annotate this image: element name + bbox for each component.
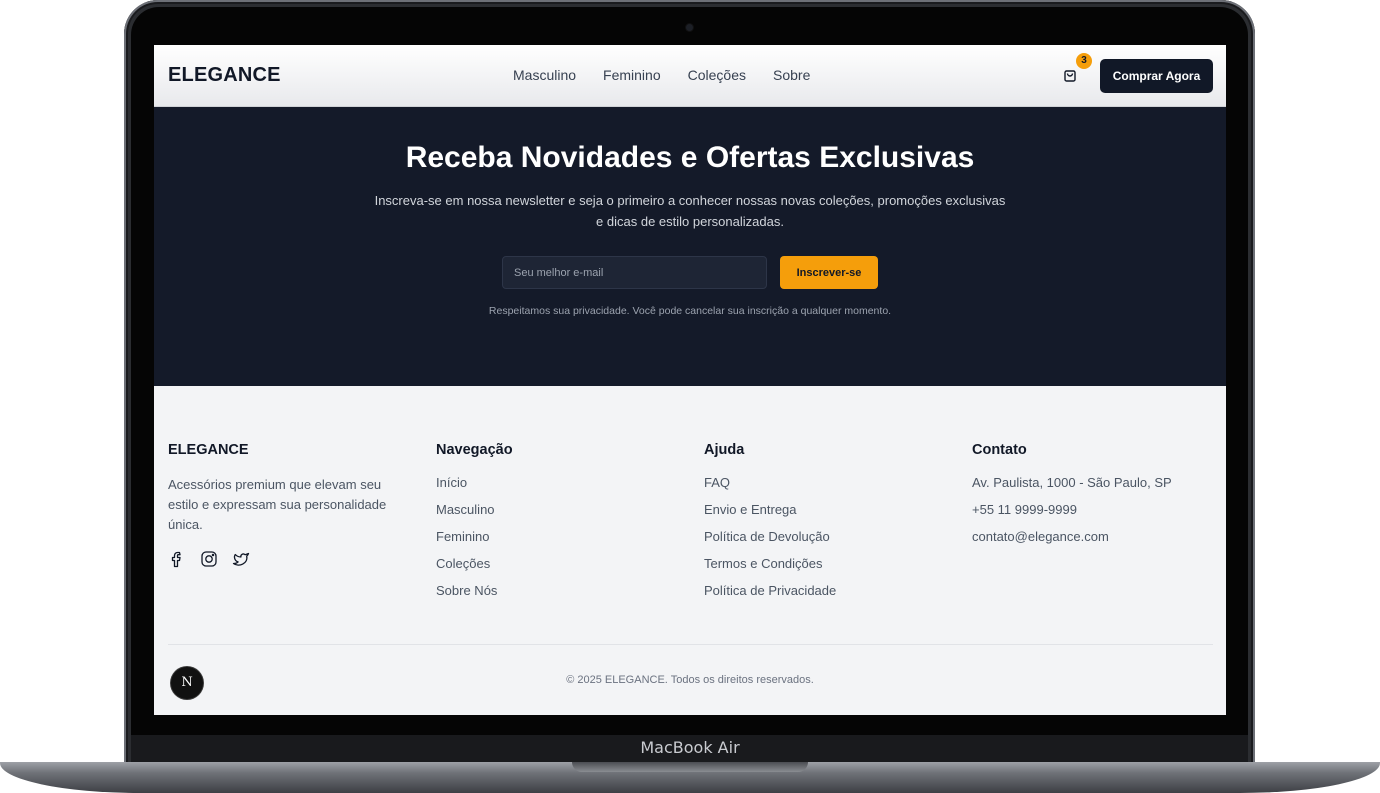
footer-link-inicio[interactable]: Início	[436, 475, 513, 502]
footer-link-devolucao[interactable]: Política de Devolução	[704, 529, 836, 556]
footer-contact-column: Contato Av. Paulista, 1000 - São Paulo, …	[972, 442, 1172, 556]
nav-link-sobre[interactable]: Sobre	[773, 67, 810, 83]
nav-link-masculino[interactable]: Masculino	[513, 67, 576, 83]
nav-link-feminino[interactable]: Feminino	[603, 67, 661, 83]
site-logo[interactable]: ELEGANCE	[168, 64, 281, 87]
footer-brand-column: ELEGANCE Acessórios premium que elevam s…	[168, 442, 413, 568]
laptop-base-notch	[572, 762, 808, 772]
footer-link-termos[interactable]: Termos e Condições	[704, 556, 836, 583]
footer-brand-description: Acessórios premium que elevam seu estilo…	[168, 477, 387, 532]
footer-navigation-title: Navegação	[436, 442, 513, 458]
main-nav: Masculino Feminino Coleções Sobre	[513, 67, 837, 83]
twitter-icon[interactable]	[232, 550, 250, 568]
contact-email[interactable]: contato@elegance.com	[972, 529, 1172, 556]
footer-contact-title: Contato	[972, 442, 1027, 458]
newsletter-subtitle: Inscreva-se em nossa newsletter e seja o…	[374, 193, 1006, 229]
instagram-icon[interactable]	[200, 550, 218, 568]
footer-link-privacidade[interactable]: Política de Privacidade	[704, 583, 836, 610]
contact-phone: +55 11 9999-9999	[972, 502, 1077, 517]
footer-link-envio[interactable]: Envio e Entrega	[704, 502, 836, 529]
footer-divider	[168, 644, 1213, 645]
newsletter-section: Receba Novidades e Ofertas Exclusivas In…	[154, 107, 1226, 386]
footer-link-sobre-nos[interactable]: Sobre Nós	[436, 583, 513, 610]
footer-link-masculino[interactable]: Masculino	[436, 502, 513, 529]
footer-help-column: Ajuda FAQ Envio e Entrega Política de De…	[704, 442, 836, 610]
device-label: MacBook Air	[640, 738, 740, 757]
shopping-bag-icon[interactable]	[1062, 67, 1078, 83]
buy-now-button[interactable]: Comprar Agora	[1100, 59, 1213, 93]
browser-viewport: ELEGANCE Masculino Feminino Coleções Sob…	[154, 45, 1226, 715]
facebook-icon[interactable]	[168, 550, 186, 568]
contact-address: Av. Paulista, 1000 - São Paulo, SP	[972, 475, 1172, 490]
copyright-text: © 2025 ELEGANCE. Todos os direitos reser…	[566, 674, 814, 686]
newsletter-title: Receba Novidades e Ofertas Exclusivas	[405, 141, 975, 174]
footer-link-faq[interactable]: FAQ	[704, 475, 836, 502]
subscribe-button[interactable]: Inscrever-se	[780, 256, 878, 289]
footer-link-colecoes[interactable]: Coleções	[436, 556, 513, 583]
camera-icon	[686, 24, 693, 31]
nav-link-colecoes[interactable]: Coleções	[688, 67, 746, 83]
footer-brand-title: ELEGANCE	[168, 442, 249, 458]
privacy-note: Respeitamos sua privacidade. Você pode c…	[488, 305, 892, 317]
footer-help-title: Ajuda	[704, 442, 745, 458]
cart-count-badge: 3	[1076, 53, 1092, 69]
social-links	[168, 550, 413, 568]
site-header: ELEGANCE Masculino Feminino Coleções Sob…	[154, 45, 1226, 107]
email-input[interactable]	[502, 256, 767, 289]
footer-navigation-column: Navegação Início Masculino Feminino Cole…	[436, 442, 513, 610]
footer-link-feminino[interactable]: Feminino	[436, 529, 513, 556]
